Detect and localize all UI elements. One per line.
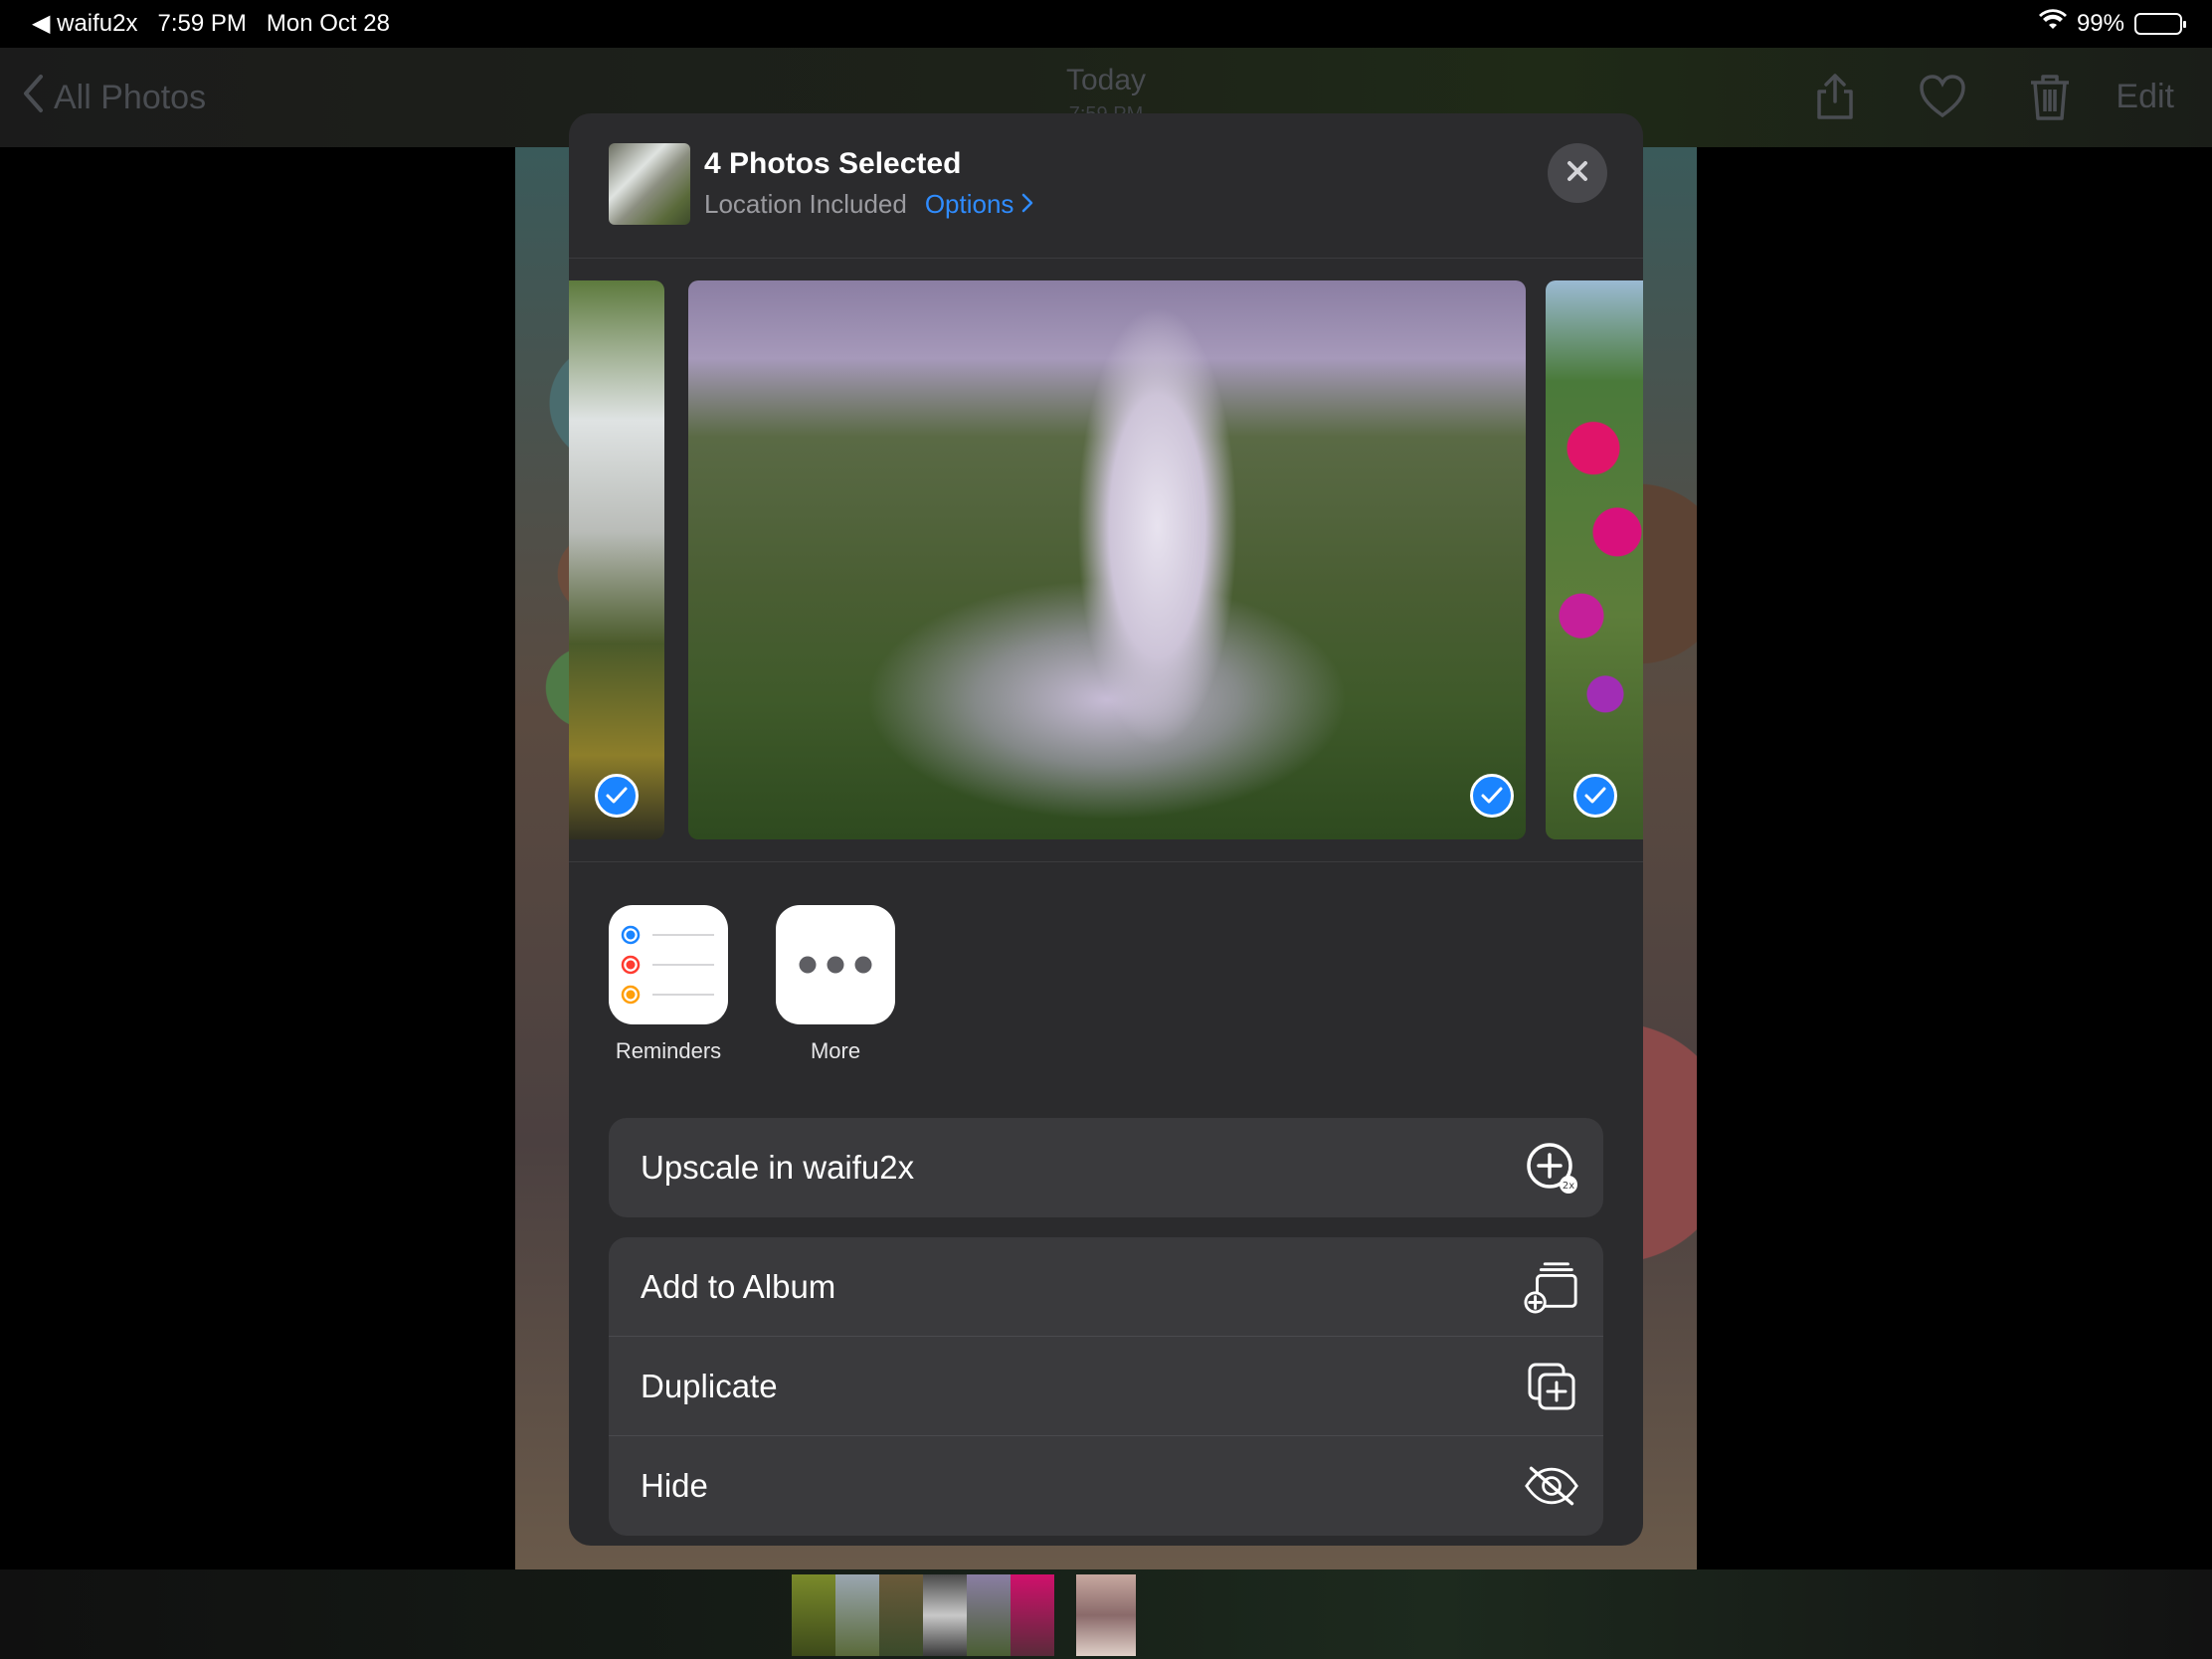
status-date: Mon Oct 28 [266,9,390,37]
selected-photos-thumbnail [609,143,690,225]
app-reminders[interactable]: Reminders [609,905,728,1064]
action-group-photos: Add to Album Duplicate Hide [609,1237,1603,1536]
photo-item[interactable] [1546,280,1643,839]
close-icon [1566,159,1589,188]
checkmark-icon[interactable] [595,774,639,818]
status-time: 7:59 PM [157,9,247,37]
thumbnail[interactable] [792,1574,835,1656]
hide-button[interactable]: Hide [609,1436,1603,1536]
photo-item[interactable] [688,280,1526,839]
chevron-left-icon [22,74,44,122]
upscale-in-waifu2x-button[interactable]: Upscale in waifu2x 2x [609,1118,1603,1217]
back-to-app-link[interactable]: ◀ waifu2x [32,9,138,38]
status-bar: ◀ waifu2x 7:59 PM Mon Oct 28 99% [0,0,2212,48]
thumbnail-strip[interactable] [792,1574,1136,1656]
app-label: More [810,1038,861,1063]
thumbnail[interactable] [879,1574,923,1656]
action-label: Hide [641,1467,708,1504]
action-list: Upscale in waifu2x 2x Add to Album Dupli… [609,1118,1603,1546]
options-link[interactable]: Options [925,189,1034,220]
thumbnail[interactable] [923,1574,967,1656]
action-label: Add to Album [641,1267,836,1305]
checkmark-icon[interactable] [1470,774,1514,818]
close-button[interactable] [1548,143,1607,203]
share-sheet: 4 Photos Selected Location Included Opti… [569,113,1643,1546]
hide-eye-icon [1524,1458,1579,1514]
thumbnail[interactable] [835,1574,879,1656]
checkmark-icon[interactable] [1573,774,1617,818]
share-apps-row: Reminders More [609,905,895,1064]
thumbnail[interactable] [1011,1574,1054,1656]
svg-text:2x: 2x [1563,1181,1574,1192]
upscale-2x-icon: 2x [1524,1140,1579,1196]
action-label: Duplicate [641,1367,778,1404]
app-more[interactable]: More [776,905,895,1064]
action-group-extensions: Upscale in waifu2x 2x [609,1118,1603,1217]
action-label: Upscale in waifu2x [641,1149,915,1186]
nav-title: Today [1065,64,1147,96]
battery-percent: 99% [2076,9,2124,37]
photo-carousel[interactable] [569,280,1643,839]
duplicate-button[interactable]: Duplicate [609,1337,1603,1436]
add-to-album-button[interactable]: Add to Album [609,1237,1603,1337]
trash-icon[interactable] [2025,72,2075,121]
add-to-album-icon [1524,1259,1579,1315]
heart-icon[interactable] [1918,72,1967,121]
photo-item[interactable] [569,280,664,839]
back-label: All Photos [54,79,207,116]
options-label: Options [924,189,1014,219]
divider [569,861,1643,862]
thumbnail[interactable] [967,1574,1011,1656]
thumbnail[interactable] [1076,1574,1136,1656]
battery-icon [2134,12,2186,35]
share-icon[interactable] [1810,72,1860,121]
location-status: Location Included [704,189,907,219]
app-label: Reminders [615,1038,722,1063]
wifi-icon [2038,9,2067,38]
more-icon [776,905,895,1024]
chevron-right-icon [1021,189,1033,220]
share-sheet-title: 4 Photos Selected [704,147,962,180]
all-photos-back-button[interactable]: All Photos [22,74,206,122]
duplicate-icon [1524,1359,1579,1414]
share-sheet-header: 4 Photos Selected Location Included Opti… [569,113,1643,259]
reminders-icon [609,905,728,1024]
edit-button[interactable]: Edit [2116,78,2174,116]
